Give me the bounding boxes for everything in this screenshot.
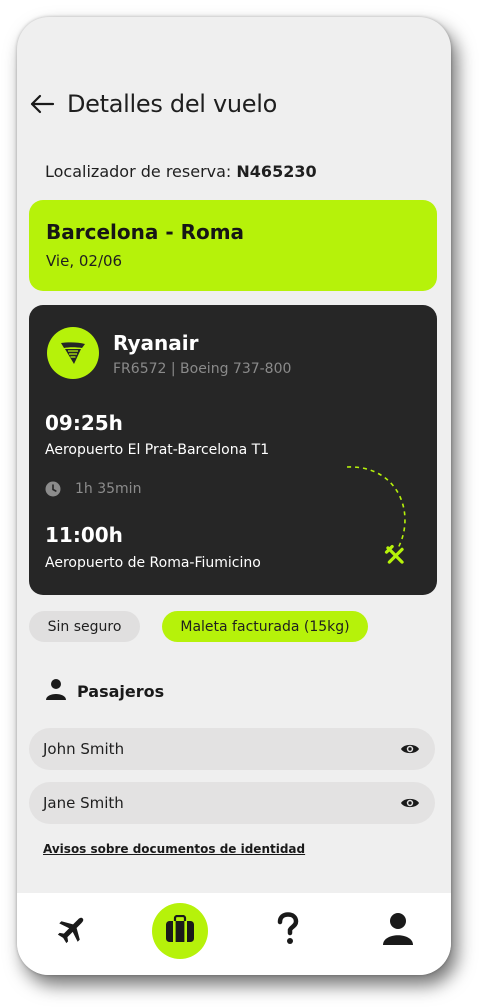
- phone-screen: Detalles del vuelo Localizador de reserv…: [17, 17, 451, 975]
- plane-icon: [55, 912, 89, 950]
- arrival-time: 11:00h: [45, 523, 123, 547]
- tab-flights[interactable]: [44, 903, 100, 959]
- passenger-name: Jane Smith: [43, 794, 124, 812]
- airline-name: Ryanair: [113, 331, 199, 355]
- departure-airport: Aeropuerto El Prat-Barcelona T1: [45, 442, 270, 458]
- insurance-chip[interactable]: Sin seguro: [29, 611, 140, 642]
- ryanair-logo-icon: [47, 327, 99, 379]
- bottom-tab-bar: [17, 893, 451, 975]
- passenger-row[interactable]: John Smith: [29, 728, 435, 770]
- header: Detalles del vuelo: [29, 89, 277, 119]
- eye-icon[interactable]: [399, 792, 421, 814]
- tab-help[interactable]: [260, 903, 316, 959]
- arrival-airport: Aeropuerto de Roma-Fiumicino: [45, 555, 261, 571]
- booking-label: Localizador de reserva:: [45, 162, 232, 181]
- suitcase-icon: [165, 914, 195, 947]
- departure-time: 09:25h: [45, 411, 123, 435]
- route-date: Vie, 02/06: [46, 252, 123, 270]
- clock-icon: [45, 481, 61, 497]
- route-card: Barcelona - Roma Vie, 02/06: [29, 200, 437, 291]
- eye-icon[interactable]: [399, 738, 421, 760]
- back-arrow-icon[interactable]: [29, 91, 55, 117]
- checked-baggage-chip[interactable]: Maleta facturada (15kg): [162, 611, 368, 642]
- tab-trips[interactable]: [152, 903, 208, 959]
- flight-path-icon: [346, 466, 406, 564]
- booking-code: N465230: [236, 162, 317, 181]
- user-icon: [382, 912, 414, 950]
- page-title: Detalles del vuelo: [67, 90, 278, 118]
- passenger-row[interactable]: Jane Smith: [29, 782, 435, 824]
- duration-text: 1h 35min: [75, 481, 142, 497]
- flight-number-aircraft: FR6572 | Boeing 737-800: [113, 361, 292, 377]
- passengers-title: Pasajeros: [77, 681, 165, 701]
- question-icon: [276, 912, 300, 950]
- booking-locator: Localizador de reserva: N465230: [45, 162, 317, 181]
- flight-duration: 1h 35min: [45, 481, 141, 497]
- person-icon: [45, 678, 67, 704]
- tab-profile[interactable]: [370, 903, 426, 959]
- route-title: Barcelona - Roma: [46, 220, 245, 244]
- flight-card: Ryanair FR6572 | Boeing 737-800 09:25h A…: [29, 305, 437, 595]
- id-documents-notice-link[interactable]: Avisos sobre documentos de identidad: [43, 842, 305, 856]
- passengers-section-header: Pasajeros: [45, 678, 164, 704]
- passenger-name: John Smith: [43, 740, 125, 758]
